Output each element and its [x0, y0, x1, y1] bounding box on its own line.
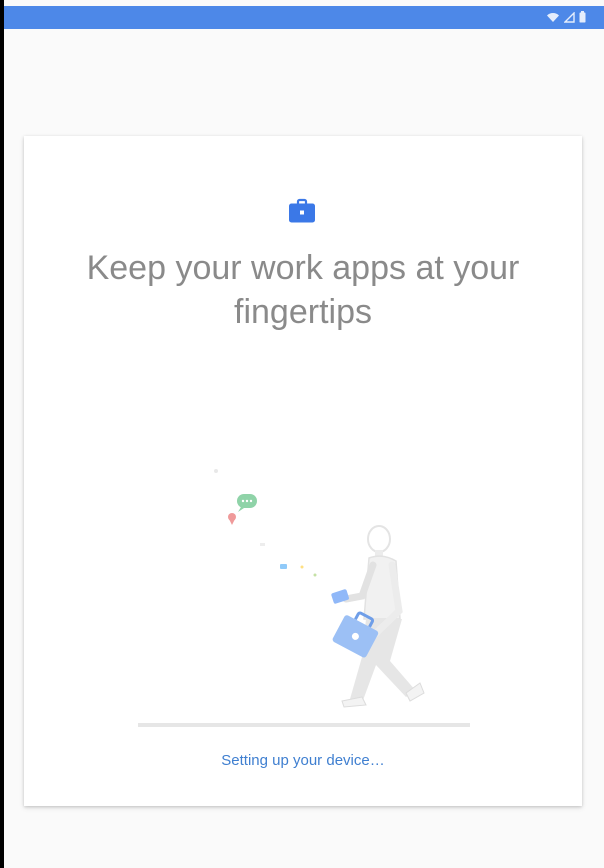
setup-progress-bar — [138, 723, 470, 727]
setup-screen: Keep your work apps at your fingertips S… — [4, 0, 604, 868]
status-bar — [4, 6, 604, 29]
status-icons — [546, 10, 586, 24]
mail-icon — [280, 564, 287, 569]
wifi-icon — [546, 11, 560, 23]
setup-status-text: Setting up your device… — [221, 752, 385, 769]
briefcase-icon — [289, 198, 315, 223]
headline: Keep your work apps at your fingertips — [86, 249, 520, 331]
setup-card: Keep your work apps at your fingertips S… — [24, 136, 582, 806]
walking-person-illustration — [214, 469, 425, 708]
signal-icon — [564, 11, 575, 23]
battery-icon — [579, 11, 586, 23]
